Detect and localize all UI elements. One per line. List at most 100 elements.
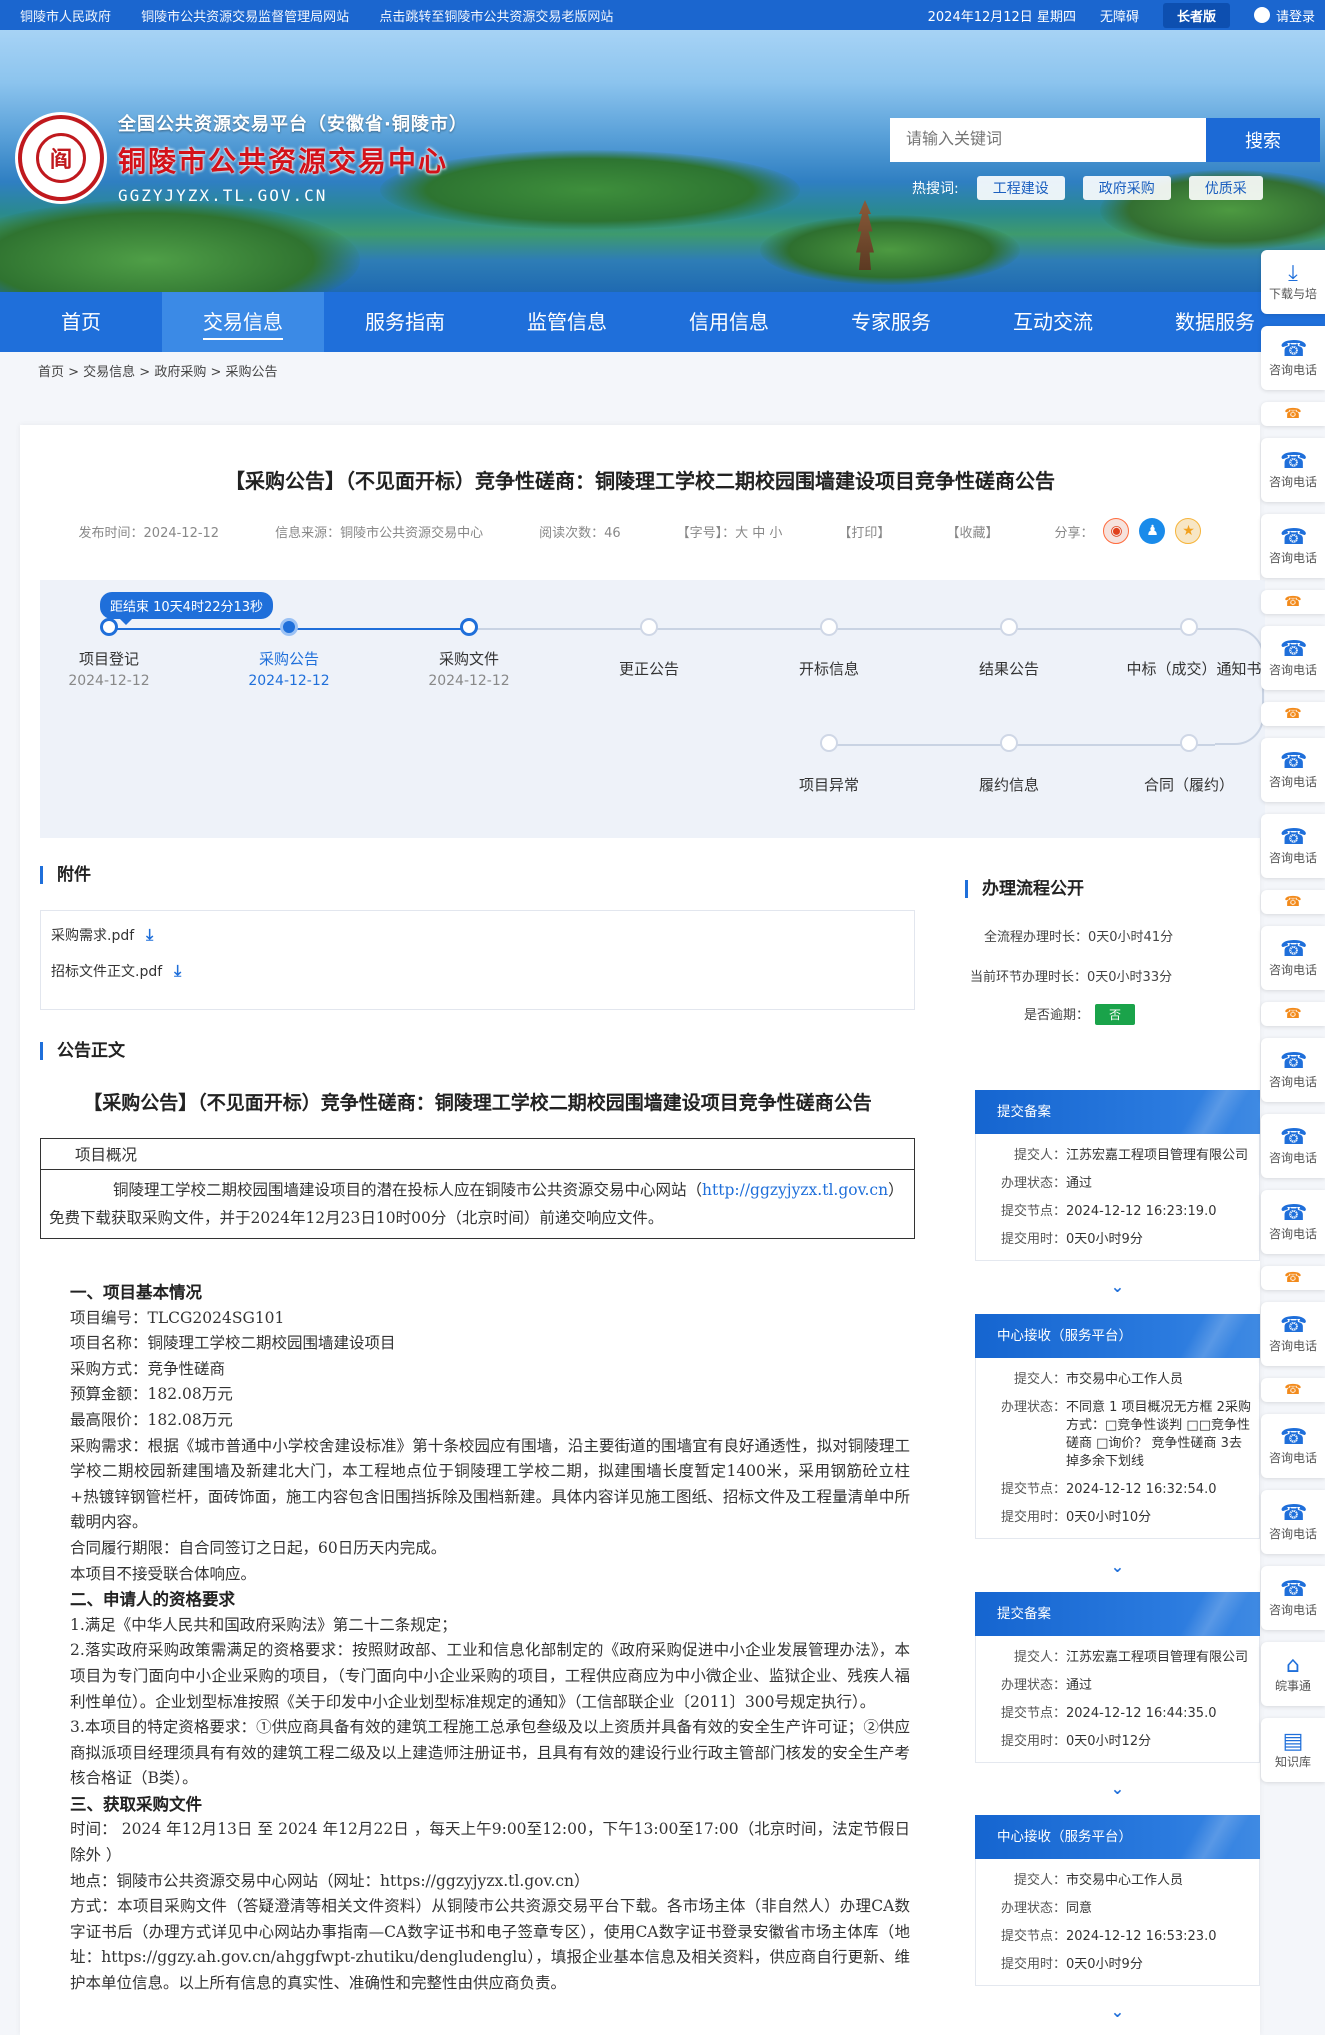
search-input[interactable] [890, 118, 1206, 162]
phone-icon: ☎ [1284, 406, 1302, 422]
cost-value: 0天0小时10分 [1066, 1510, 1152, 1525]
weibo-icon[interactable]: ◉ [1103, 518, 1130, 544]
hot-tag-engineering[interactable]: 工程建设 [976, 176, 1065, 200]
sidebar-item-collapsed[interactable]: ☎ [1261, 890, 1325, 914]
hot-tag-quality[interactable]: 优质采 [1188, 176, 1263, 200]
step-performance[interactable]: 履约信息 [929, 774, 1089, 795]
step-node[interactable] [1000, 618, 1018, 636]
download-icon[interactable]: ⤓ [146, 925, 153, 945]
step-node[interactable] [1000, 734, 1018, 752]
breadcrumb[interactable]: 首页 > 交易信息 > 政府采购 > 采购公告 [0, 352, 1325, 394]
attachment-item[interactable]: 采购需求.pdf ⤓ [51, 925, 904, 945]
hot-tag-procurement[interactable]: 政府采购 [1082, 176, 1171, 200]
process-public-heading: 办理流程公开 [965, 880, 1084, 898]
step-node[interactable] [100, 618, 118, 636]
sidebar-item-collapsed[interactable]: ☎ [1261, 1002, 1325, 1026]
submitter-label: 提交人： [1013, 1372, 1066, 1387]
sidebar-item-consult[interactable]: ☎ 咨询电话 [1261, 1490, 1325, 1554]
nav-credit[interactable]: 信用信息 [648, 292, 810, 352]
search-button[interactable]: 搜索 [1206, 118, 1320, 162]
sidebar-item-consult[interactable]: ☎ 咨询电话 [1261, 738, 1325, 802]
sidebar-item-collapsed[interactable]: ☎ [1261, 1378, 1325, 1402]
step-opening[interactable]: 开标信息 [749, 658, 909, 679]
sidebar-label: 咨询电话 [1268, 850, 1317, 865]
status-value: 同意 [1066, 1901, 1093, 1916]
link-city-gov[interactable]: 铜陵市人民政府 [20, 10, 111, 25]
sidebar-item-consult[interactable]: ☎ 咨询电话 [1261, 1038, 1325, 1102]
nav-service-guide[interactable]: 服务指南 [324, 292, 486, 352]
sidebar-item-first[interactable]: ⤓ 下载与培 [1261, 250, 1325, 314]
flow-card-body: 提交人： 市交易中心工作人员 办理状态： 不同意 1 项目概况无方框 2采购方式：□竞… [975, 1358, 1260, 1539]
status-value: 不同意 1 项目概况无方框 2采购方式：□竞争性谈判 □□竞争性磋商 □询价？ … [1066, 1400, 1251, 1469]
font-size-control[interactable]: 【字号】：大 中 小 [677, 522, 783, 541]
sidebar-item-consult[interactable]: ☎ 咨询电话 [1261, 1114, 1325, 1178]
sidebar-item-consult[interactable]: ☎ 咨询电话 [1261, 1566, 1325, 1630]
chevron-down-icon: ⌄ [1110, 2002, 1125, 2021]
step-registration[interactable]: 项目登记 2024-12-12 [29, 648, 189, 689]
step-node[interactable] [820, 618, 838, 636]
phone-icon: ☎ [1280, 636, 1308, 662]
step-node[interactable] [1180, 734, 1198, 752]
sidebar-item-consult[interactable]: ☎ 咨询电话 [1261, 514, 1325, 578]
sidebar-item-consult[interactable]: ☎ 咨询电话 [1261, 438, 1325, 502]
step-result[interactable]: 结果公告 [929, 658, 1089, 679]
sidebar-item-collapsed[interactable]: ☎ [1261, 590, 1325, 614]
nav-supervision[interactable]: 监管信息 [486, 292, 648, 352]
step-node-current[interactable] [280, 618, 298, 636]
phone-icon: ☎ [1280, 1124, 1308, 1150]
nav-home[interactable]: 首页 [0, 292, 162, 352]
sidebar-item-consult[interactable]: ☎ 咨询电话 [1261, 926, 1325, 990]
sidebar-item-consult[interactable]: ☎ 咨询电话 [1261, 626, 1325, 690]
step-documents[interactable]: 采购文件 2024-12-12 [389, 648, 549, 689]
sidebar-item-consult[interactable]: ☎ 咨询电话 [1261, 1302, 1325, 1366]
elder-mode-button[interactable]: 长者版 [1162, 2, 1230, 28]
download-icon[interactable]: ⤓ [174, 961, 181, 981]
sidebar-label: 知识库 [1274, 1754, 1311, 1769]
favorite-button[interactable]: 【收藏】 [946, 522, 998, 541]
step-correction[interactable]: 更正公告 [569, 658, 729, 679]
submitter-label: 提交人： [1013, 1873, 1066, 1888]
qq-icon[interactable]: ♟ [1139, 518, 1166, 544]
sidebar-item-collapsed[interactable]: ☎ [1261, 702, 1325, 726]
sidebar-item-consult[interactable]: ☎ 咨询电话 [1261, 1414, 1325, 1478]
step-node[interactable] [640, 618, 658, 636]
step-announcement[interactable]: 采购公告 2024-12-12 [209, 648, 369, 689]
phone-icon: ☎ [1280, 748, 1308, 774]
sidebar-item-wanshi[interactable]: ⌂ 皖事通 [1261, 1642, 1325, 1706]
nav-experts[interactable]: 专家服务 [810, 292, 972, 352]
step-node[interactable] [460, 618, 478, 636]
nav-interaction[interactable]: 互动交流 [972, 292, 1134, 352]
link-old-site[interactable]: 点击跳转至铜陵市公共资源交易老版网站 [379, 10, 613, 25]
sidebar-item-consult[interactable]: ☎ 咨询电话 [1261, 326, 1325, 390]
notice-paragraph: 时间： 2024 年12月13日 至 2024 年12月22日 ，每天上午9:0… [70, 1820, 910, 1865]
sidebar-item-consult[interactable]: ☎ 咨询电话 [1261, 814, 1325, 878]
sidebar-item-collapsed[interactable]: ☎ [1261, 1266, 1325, 1290]
link-supervision[interactable]: 铜陵市公共资源交易监督管理局网站 [141, 10, 349, 25]
login-link[interactable]: 请登录 [1253, 6, 1315, 25]
phone-icon: ☎ [1280, 1048, 1308, 1074]
qzone-icon[interactable]: ★ [1175, 518, 1202, 544]
current-date: 2024年12月12日 星期四 [927, 9, 1076, 25]
cost-value: 0天0小时9分 [1066, 1957, 1143, 1972]
attachment-item[interactable]: 招标文件正文.pdf ⤓ [51, 961, 904, 981]
print-button[interactable]: 【打印】 [838, 522, 890, 541]
step-node[interactable] [1180, 618, 1198, 636]
notice-body: 一、项目基本情况 项目编号：TLCG2024SG101 项目名称：铜陵理工学校二期校… [40, 1280, 910, 1997]
project-overview-box: 项目概况 铜陵理工学校二期校园围墙建设项目的潜在投标人应在铜陵市公共资源交易中心… [40, 1138, 915, 1239]
flow-card: 中心接收（服务平台） 提交人： 市交易中心工作人员 办理状态： 不同意 1 项目概况无方… [975, 1314, 1260, 1539]
flow-card-title: 提交备案 [975, 1592, 1260, 1636]
step-contract[interactable]: 合同（履约） [1109, 774, 1269, 795]
sidebar-item-consult[interactable]: ☎ 咨询电话 [1261, 1190, 1325, 1254]
site-link[interactable]: http://ggzyjyzx.tl.gov.cn [702, 1181, 888, 1199]
sidebar-label: 咨询电话 [1268, 1074, 1317, 1089]
sidebar-item-collapsed[interactable]: ☎ [1261, 402, 1325, 426]
accessibility-link[interactable]: 无障碍 [1100, 6, 1139, 25]
step-abnormal[interactable]: 项目异常 [749, 774, 909, 795]
sidebar-item-knowledge[interactable]: ▤ 知识库 [1261, 1718, 1325, 1782]
nav-trade-info[interactable]: 交易信息 [162, 292, 324, 352]
submitter-value: 江苏宏嘉工程项目管理有限公司 [1066, 1650, 1249, 1665]
step-award-notice[interactable]: 中标（成交）通知书 [1109, 658, 1279, 679]
book-icon: ▤ [1282, 1728, 1304, 1754]
step-node[interactable] [820, 734, 838, 752]
site-logo[interactable]: 阎 全国公共资源交易平台（安徽省·铜陵市） 铜陵市公共资源交易中心 GGZYJY… [18, 110, 468, 205]
